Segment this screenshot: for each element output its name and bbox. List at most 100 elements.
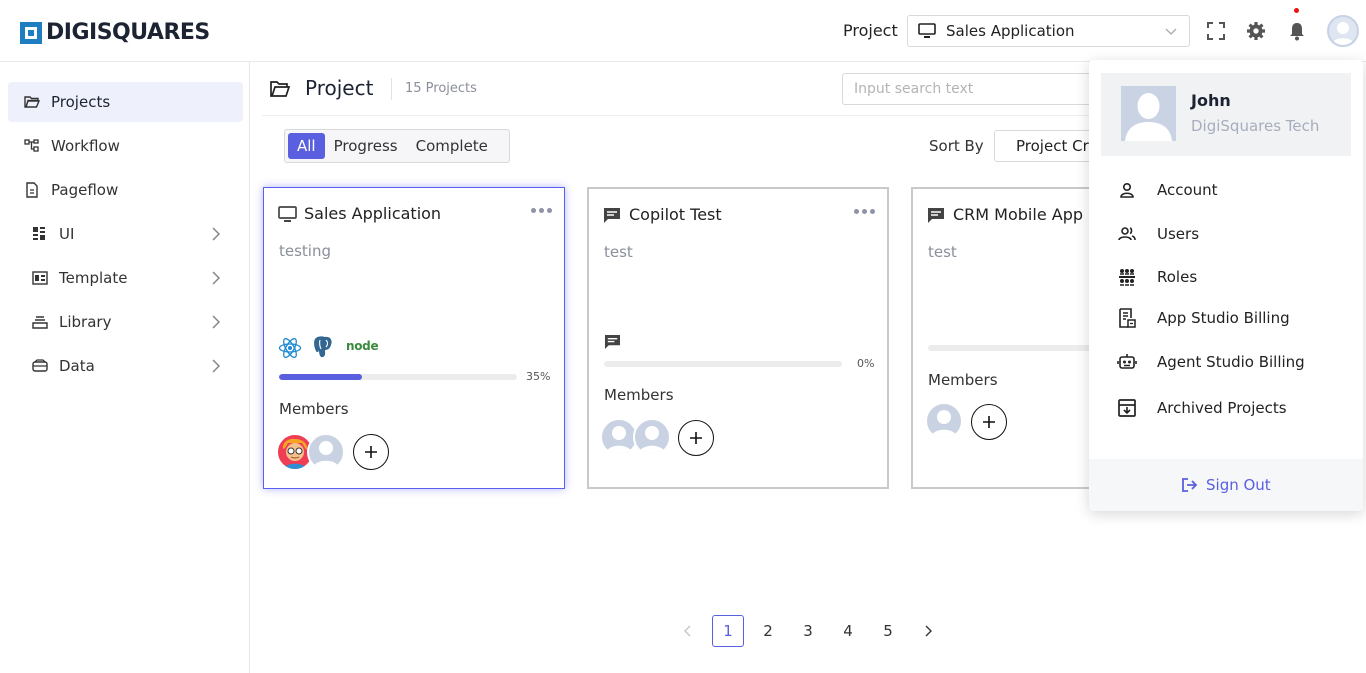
folder-open-icon xyxy=(270,81,290,97)
user-avatar[interactable] xyxy=(1327,15,1359,47)
sidebar-item-label: Pageflow xyxy=(51,181,119,199)
project-count: 15 Projects xyxy=(405,81,477,96)
search-input[interactable] xyxy=(842,73,1102,105)
user-profile-header: John DigiSquares Tech xyxy=(1101,73,1351,156)
menu-item-archived-projects[interactable]: Archived Projects xyxy=(1117,396,1347,420)
card-title: CRM Mobile App xyxy=(953,205,1084,224)
node-icon: node xyxy=(346,339,379,353)
brand-logo[interactable]: DIGISQUARES xyxy=(20,20,210,45)
card-title: Copilot Test xyxy=(629,205,722,224)
sign-out-button[interactable]: Sign Out xyxy=(1182,476,1271,494)
add-member-button[interactable] xyxy=(678,420,714,456)
member-avatar[interactable] xyxy=(307,433,345,471)
member-avatar[interactable] xyxy=(633,418,671,456)
profile-photo xyxy=(1121,86,1176,141)
chat-icon xyxy=(604,334,621,350)
chat-icon xyxy=(604,208,620,223)
menu-item-account[interactable]: Account xyxy=(1117,178,1347,202)
chevron-down-icon xyxy=(1165,28,1177,35)
page-5[interactable]: 5 xyxy=(872,615,904,647)
filter-complete[interactable]: Complete xyxy=(407,133,497,159)
menu-item-label: Roles xyxy=(1157,268,1198,286)
sidebar-item-label: Library xyxy=(59,313,112,331)
user-org: DigiSquares Tech xyxy=(1191,117,1320,135)
react-icon xyxy=(278,338,302,358)
roles-icon xyxy=(1119,269,1135,286)
project-label: Project xyxy=(843,21,898,40)
users-icon xyxy=(1118,227,1136,241)
plus-icon xyxy=(365,446,377,458)
card-description: test xyxy=(928,243,957,261)
template-icon xyxy=(32,271,48,285)
sidebar: Projects Workflow Pageflow UI Template L… xyxy=(0,62,250,673)
fullscreen-icon[interactable] xyxy=(1205,20,1227,42)
more-icon[interactable] xyxy=(531,208,552,213)
sidebar-item-label: Projects xyxy=(51,93,111,111)
project-card[interactable]: Sales Application testing node 35% Membe… xyxy=(263,187,565,489)
library-icon xyxy=(32,316,48,329)
filter-segmented: All Progress Complete xyxy=(284,129,510,163)
progress-percent: 35% xyxy=(526,370,551,383)
chevron-right-icon xyxy=(212,315,221,329)
project-select[interactable]: Sales Application xyxy=(907,15,1190,47)
bell-icon[interactable] xyxy=(1286,20,1308,42)
ui-grid-icon xyxy=(33,227,45,240)
pagination-next[interactable] xyxy=(912,615,944,647)
chevron-right-icon xyxy=(212,271,221,285)
logo-mark-icon xyxy=(20,21,42,44)
folder-open-icon xyxy=(24,96,40,108)
menu-item-users[interactable]: Users xyxy=(1117,222,1347,246)
member-avatar[interactable] xyxy=(925,402,963,440)
menu-item-app-studio-billing[interactable]: App Studio Billing xyxy=(1117,306,1347,330)
chevron-right-icon xyxy=(212,227,221,241)
progress-bar xyxy=(928,345,1098,351)
header-divider xyxy=(262,115,1092,116)
chevron-left-icon xyxy=(684,625,691,637)
project-select-value: Sales Application xyxy=(946,22,1075,40)
page-4[interactable]: 4 xyxy=(832,615,864,647)
page-2[interactable]: 2 xyxy=(752,615,784,647)
members-label: Members xyxy=(604,386,674,404)
sort-select[interactable]: Project Created xyxy=(994,130,1104,162)
user-name: John xyxy=(1191,91,1231,110)
add-member-button[interactable] xyxy=(971,404,1007,440)
chevron-right-icon xyxy=(925,625,932,637)
sidebar-item-library[interactable]: Library xyxy=(8,302,243,342)
sign-out-icon xyxy=(1182,478,1198,492)
menu-item-roles[interactable]: Roles xyxy=(1117,265,1347,289)
sidebar-item-label: Data xyxy=(59,357,95,375)
monitor-icon xyxy=(918,23,936,38)
page-1[interactable]: 1 xyxy=(712,615,744,647)
sidebar-item-ui[interactable]: UI xyxy=(8,214,243,254)
add-member-button[interactable] xyxy=(353,434,389,470)
sign-out-label: Sign Out xyxy=(1206,476,1271,494)
filter-progress[interactable]: Progress xyxy=(325,133,407,159)
user-menu-footer: Sign Out xyxy=(1089,459,1363,511)
sidebar-item-workflow[interactable]: Workflow xyxy=(8,126,243,166)
gear-icon[interactable] xyxy=(1245,20,1267,42)
sidebar-item-projects[interactable]: Projects xyxy=(8,82,243,122)
filter-all[interactable]: All xyxy=(288,133,325,159)
chat-icon xyxy=(928,208,944,223)
page-3[interactable]: 3 xyxy=(792,615,824,647)
pagination-prev[interactable] xyxy=(672,615,704,647)
sidebar-item-label: UI xyxy=(59,225,75,243)
user-menu-dropdown: John DigiSquares Tech Account Users Role… xyxy=(1089,60,1363,511)
title-divider xyxy=(391,78,392,100)
card-description: testing xyxy=(279,242,332,260)
notification-dot xyxy=(1294,8,1299,13)
more-icon[interactable] xyxy=(854,209,875,214)
progress-fill xyxy=(279,374,363,380)
members-label: Members xyxy=(928,371,998,389)
monitor-icon xyxy=(278,206,297,222)
app-billing-icon xyxy=(1119,308,1136,328)
menu-item-agent-studio-billing[interactable]: Agent Studio Billing xyxy=(1117,350,1347,374)
sidebar-item-data[interactable]: Data xyxy=(8,346,243,386)
project-card[interactable]: Copilot Test test 0% Members xyxy=(587,187,889,489)
sidebar-item-pageflow[interactable]: Pageflow xyxy=(8,170,243,210)
pageflow-icon xyxy=(26,182,38,198)
sidebar-item-template[interactable]: Template xyxy=(8,258,243,298)
menu-item-label: Archived Projects xyxy=(1157,399,1287,417)
account-icon xyxy=(1120,182,1134,198)
agent-billing-icon xyxy=(1117,354,1137,369)
